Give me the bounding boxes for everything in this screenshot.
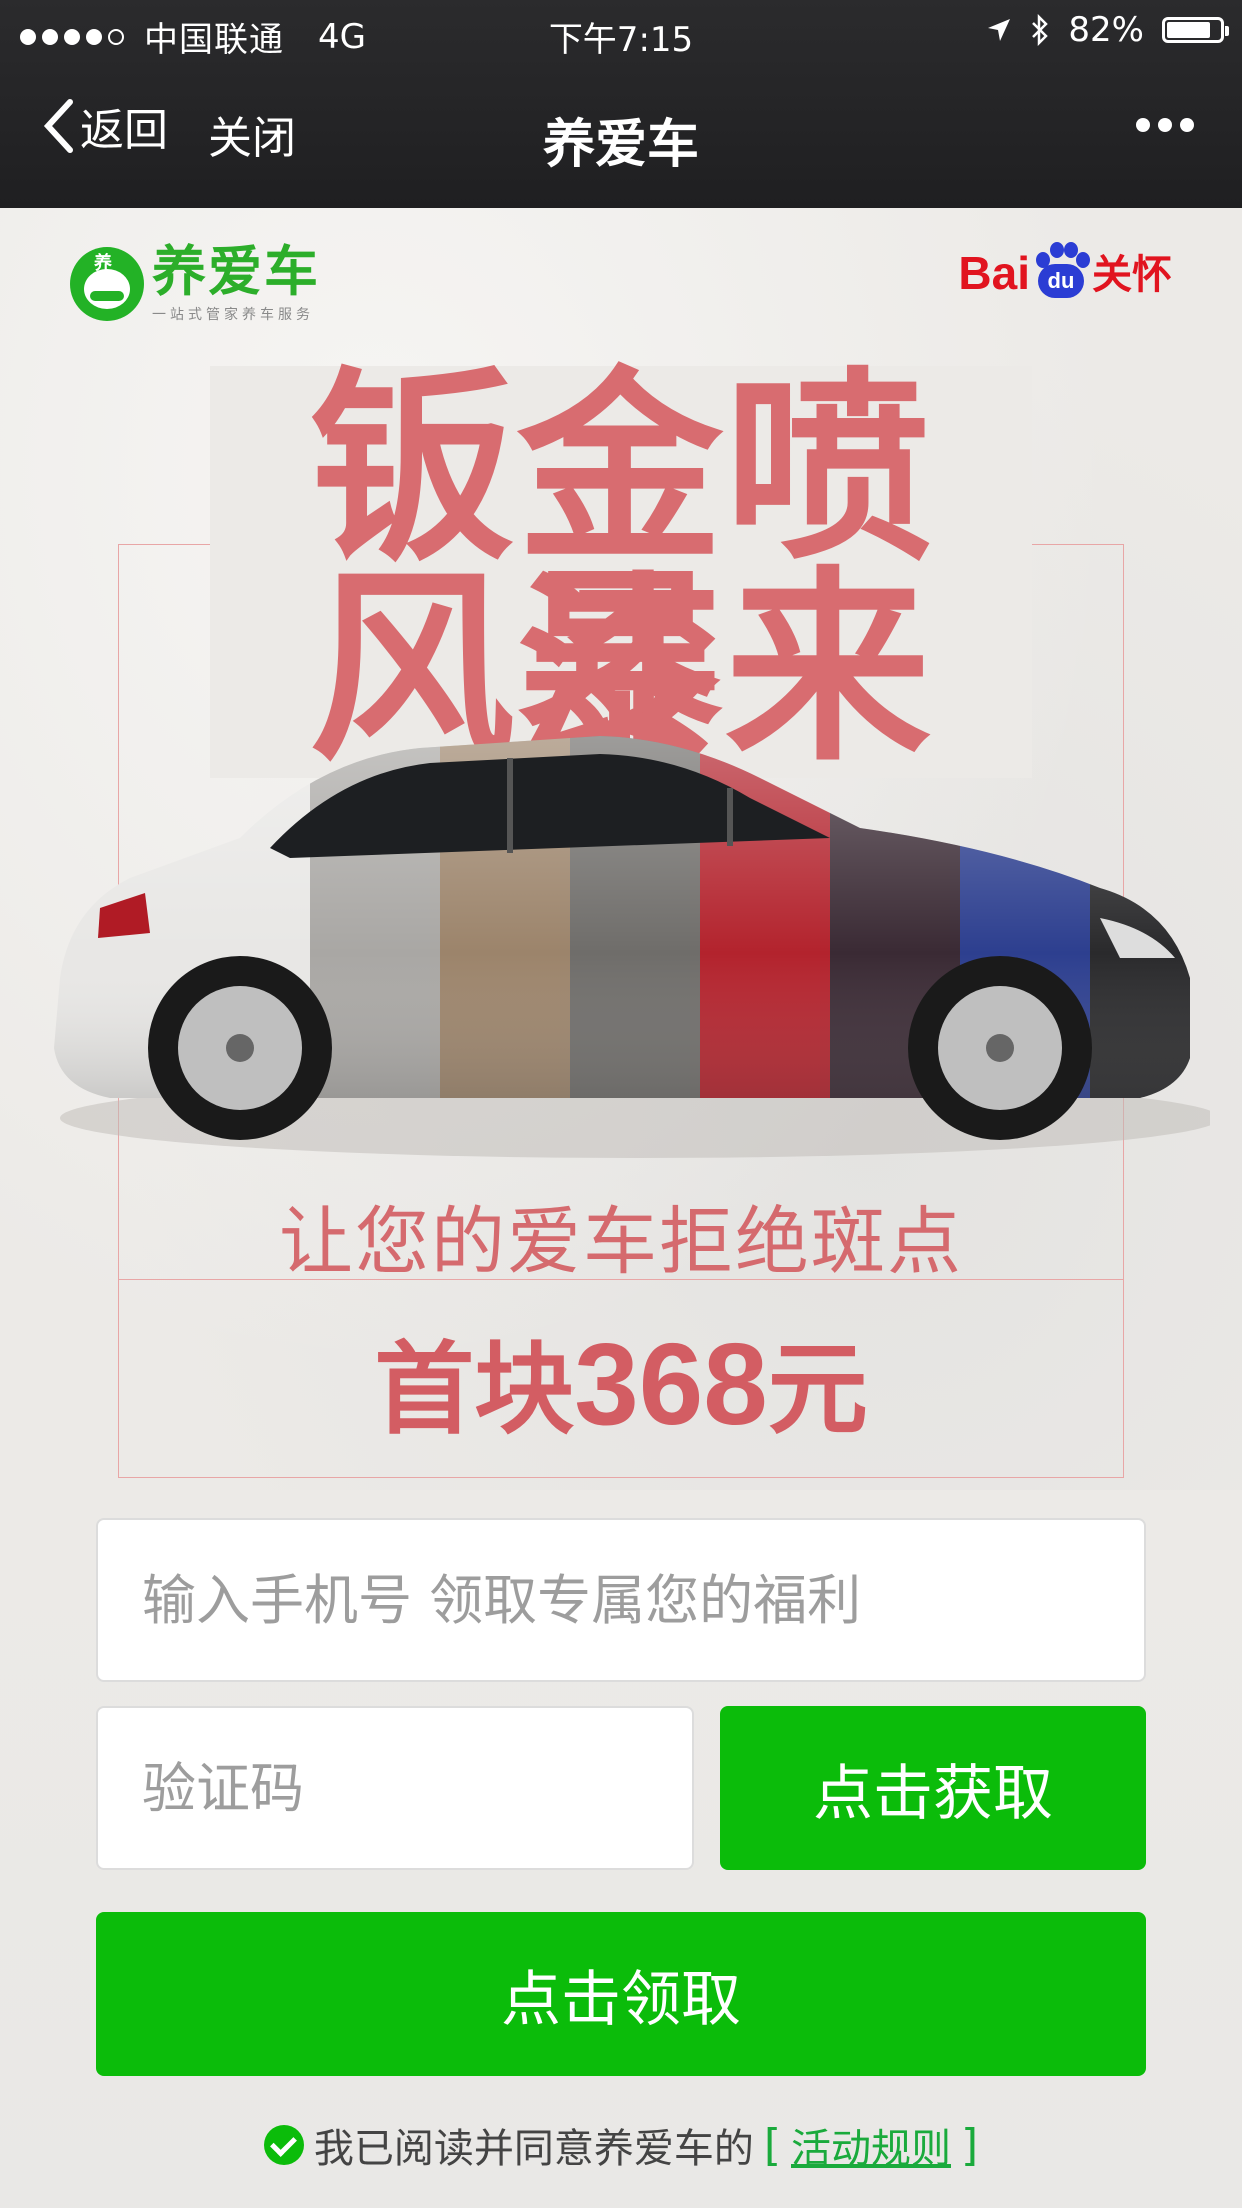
more-menu-button[interactable] [1136, 118, 1194, 132]
baidu-text: Bai [958, 247, 1030, 299]
mascot-icon: 养 [70, 247, 144, 321]
brand-logo: 养 养爱车 一站式管家养车服务 [70, 244, 320, 324]
battery-icon [1162, 17, 1229, 43]
page-title: 养爱车 [542, 115, 699, 175]
phone-field [96, 1518, 1146, 1682]
code-field [96, 1706, 694, 1870]
bracket-close: ] [961, 2119, 979, 2171]
promo-tagline: 让您的爱车拒绝斑点 [279, 1199, 963, 1285]
partner-tag: 关怀 [1092, 252, 1172, 298]
car-image [54, 736, 1210, 1158]
baidu-paw-icon: du [1032, 242, 1090, 300]
status-bar: 中国联通 4G 下午7:15 82% [0, 0, 1242, 64]
agreement-row: 我已阅读并同意养爱车的 [ 活动规则 ] [0, 2116, 1242, 2174]
bracket-open: [ [763, 2119, 781, 2171]
signup-form: 点击获取 点击领取 我已阅读并同意养爱车的 [ 活动规则 ] [0, 1490, 1242, 2208]
price-line: 首块368元 [0, 1308, 1242, 1453]
battery-fill [1167, 22, 1210, 38]
more-dots-icon [1136, 118, 1150, 132]
brand-slogan: 一站式管家养车服务 [152, 307, 314, 323]
agree-text: 我已阅读并同意养爱车的 [313, 2126, 754, 2172]
promo-banner: 养 养爱车 一站式管家养车服务 Bai du 关怀 钣金喷漆 风暴来袭 [0, 208, 1242, 1530]
phone-input[interactable] [140, 1519, 1144, 1681]
nav-bar: 返回 关闭 养爱车 [0, 88, 1242, 175]
get-code-button[interactable]: 点击获取 [720, 1706, 1146, 1870]
brand-name: 养爱车 [152, 240, 320, 303]
battery-percent: 82% [1068, 10, 1144, 50]
price-unit: 元 [767, 1331, 868, 1448]
bluetooth-icon [1032, 14, 1049, 46]
price-number: 368 [574, 1319, 768, 1449]
verification-code-input[interactable] [140, 1707, 692, 1869]
price-prefix: 首块 [374, 1331, 575, 1448]
status-right: 82% [986, 10, 1229, 50]
rules-link[interactable]: 活动规则 [791, 2116, 951, 2174]
top-bar: 中国联通 4G 下午7:15 82% 返回 关闭 养爱车 [0, 0, 1242, 208]
agree-checkbox[interactable] [263, 2125, 304, 2165]
baidu-partner-logo: Bai du 关怀 [958, 242, 1172, 300]
location-arrow-icon [988, 19, 1011, 41]
baidu-du-text: du [1038, 264, 1084, 298]
claim-button[interactable]: 点击领取 [96, 1912, 1146, 2076]
